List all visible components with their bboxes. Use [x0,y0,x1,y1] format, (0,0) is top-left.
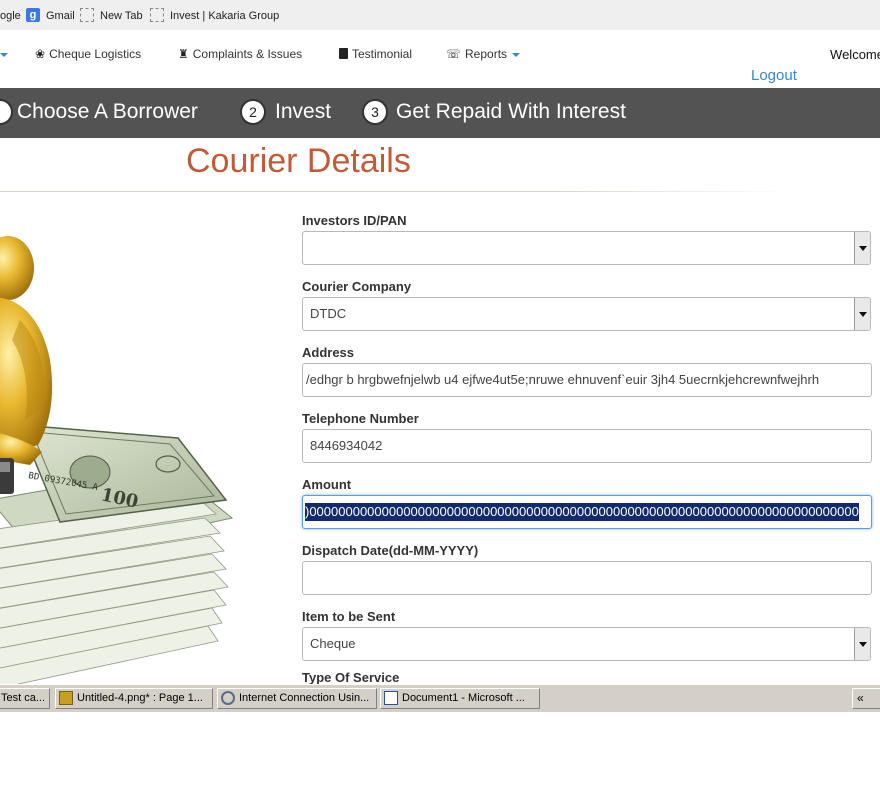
courier-company-select[interactable]: DTDC [302,297,871,331]
amount-input[interactable]: )000000000000000000000000000000000000000… [302,495,872,529]
network-icon [221,691,235,706]
address-label: Address [302,345,355,360]
step-3-label: Get Repaid With Interest [396,100,626,123]
investor-id-select[interactable] [302,231,871,265]
blank-page-icon [150,8,164,22]
logout-link[interactable]: Logout [751,67,797,84]
main-nav: ❀ Cheque Logistics ♜ Complaints & Issues T… [0,30,880,88]
dispatch-date-label: Dispatch Date(dd-MM-YYYY) [302,543,479,558]
nav-reports[interactable]: ☏ Reports [446,47,521,61]
page-title: Courier Details [186,142,411,180]
investor-id-label: Investors ID/PAN [302,213,407,228]
welcome-text: Welcome [830,47,880,62]
leaf-icon: ❀ [35,47,46,61]
google-icon: g [26,8,40,22]
nav-cheque-logistics[interactable]: ❀ Cheque Logistics [35,47,141,61]
chevron-down-icon[interactable] [854,628,870,660]
taskbar-item-document1[interactable]: Document1 - Microsoft ... [380,688,540,709]
chevron-down-icon[interactable] [854,232,870,264]
chevron-down-icon[interactable] [0,53,8,57]
steps-bar: Choose A Borrower 2 Invest 3 Get Repaid … [0,88,880,138]
heading-divider [0,191,790,192]
chess-rook-icon: ♜ [178,47,189,61]
bookmarks-bar: ogle g Gmail New Tab Invest | Kakaria Gr… [0,0,880,31]
fireworks-icon [59,691,73,706]
step-2-label: Invest [275,100,332,123]
item-select[interactable]: Cheque [302,627,871,661]
taskbar-item-internet-connection[interactable]: Internet Connection Usin... [217,688,377,709]
word-icon [384,691,398,706]
windows-taskbar: Test ca... Untitled-4.png* : Page 1... I… [0,684,880,712]
step-1-label: Choose A Borrower [17,100,198,123]
phone-icon: ☏ [446,47,462,61]
address-input[interactable]: /edhgr b hrgbwefnjelwb u4 ejfwe4ut5e;nru… [302,363,872,397]
service-type-label: Type Of Service [302,670,400,685]
item-label: Item to be Sent [302,609,396,624]
step-1-number [0,99,13,125]
taskbar-item-test[interactable]: Test ca... [0,688,50,709]
telephone-input[interactable]: 8446934042 [302,429,872,463]
chevron-down-icon[interactable] [854,298,870,330]
amount-selected-text: )000000000000000000000000000000000000000… [305,503,859,521]
telephone-label: Telephone Number [302,411,419,426]
chevron-down-icon [512,52,521,57]
courier-company-label: Courier Company [302,279,412,294]
dispatch-date-input[interactable] [302,561,872,595]
step-2-number: 2 [240,99,266,125]
nav-testimonial[interactable]: Testimonial [339,47,412,61]
step-3-number: 3 [362,99,388,125]
taskbar-item-untitled[interactable]: Untitled-4.png* : Page 1... [55,688,213,709]
amount-label: Amount [302,477,352,492]
book-icon [339,48,348,59]
gold-figure-money-image: BD 09372045 A 100 [0,236,234,684]
tray-expand-button[interactable]: « [852,688,880,709]
investor-illustration: BD 09372045 A 100 [0,200,300,684]
nav-complaints-issues[interactable]: ♜ Complaints & Issues [178,47,302,61]
blank-page-icon [80,8,94,22]
